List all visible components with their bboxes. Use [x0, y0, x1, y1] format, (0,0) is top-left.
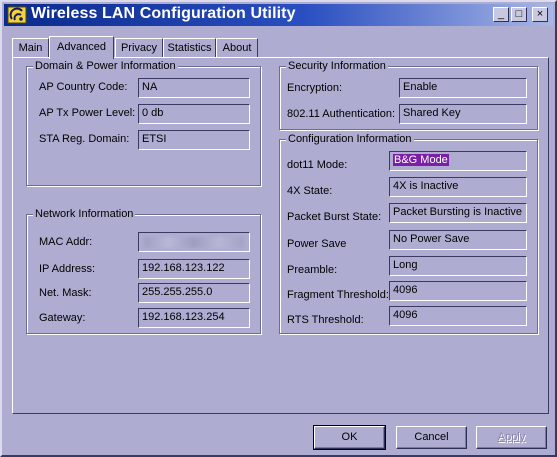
packet-burst-label: Packet Burst State: [287, 211, 382, 223]
preamble-field: Long [389, 256, 527, 276]
close-button[interactable]: × [532, 7, 548, 22]
maximize-button[interactable]: □ [511, 7, 527, 22]
tab-statistics[interactable]: Statistics [163, 38, 216, 58]
domain-power-group: Domain & Power Information AP Country Co… [26, 59, 261, 186]
net-mask-label: Net. Mask: [39, 287, 92, 299]
tab-advanced[interactable]: Advanced [49, 36, 114, 59]
network-group: Network Information MAC Addr: IP Address… [26, 207, 261, 334]
cancel-button[interactable]: Cancel [396, 426, 467, 449]
tab-about[interactable]: About [216, 38, 258, 58]
wireless-app-icon [7, 6, 27, 24]
apply-button-label: Apply [497, 431, 526, 443]
apply-button[interactable]: Apply [476, 426, 547, 449]
config-group: Configuration Information dot11 Mode: B&… [279, 132, 538, 334]
ap-tx-power-field: 0 db [138, 104, 250, 124]
frag-threshold-label: Fragment Threshold: [287, 289, 389, 301]
auth-field: Shared Key [399, 104, 527, 124]
preamble-label: Preamble: [287, 264, 338, 276]
tab-privacy[interactable]: Privacy [115, 38, 163, 58]
rts-threshold-label: RTS Threshold: [287, 314, 364, 326]
rts-threshold-field: 4096 [389, 306, 527, 326]
minimize-button[interactable]: _ [493, 7, 509, 22]
config-title: Configuration Information [286, 132, 414, 146]
domain-power-title: Domain & Power Information [33, 59, 178, 73]
window-title: Wireless LAN Configuration Utility [31, 5, 296, 22]
dot11-mode-label: dot11 Mode: [287, 159, 348, 171]
power-save-field: No Power Save [389, 230, 527, 250]
dot11-mode-value: B&G Mode [393, 154, 449, 166]
ap-country-code-field: NA [138, 78, 250, 98]
ap-tx-power-label: AP Tx Power Level: [39, 107, 136, 119]
ip-address-label: IP Address: [39, 263, 96, 275]
packet-burst-field: Packet Bursting is Inactive [389, 203, 527, 223]
gateway-field: 192.168.123.254 [138, 308, 250, 328]
net-mask-field: 255.255.255.0 [138, 283, 250, 303]
mac-addr-redacted [144, 237, 244, 248]
ap-country-code-label: AP Country Code: [39, 81, 128, 93]
ok-button[interactable]: OK [313, 425, 386, 450]
encryption-label: Encryption: [287, 82, 343, 94]
security-group: Security Information Encryption: Enable … [279, 59, 538, 130]
4x-state-label: 4X State: [287, 185, 333, 197]
4x-state-field: 4X is Inactive [389, 177, 527, 197]
encryption-field: Enable [399, 78, 527, 98]
frag-threshold-field: 4096 [389, 281, 527, 301]
title-bar[interactable]: Wireless LAN Configuration Utility _ □ × [4, 4, 553, 26]
sta-reg-domain-label: STA Reg. Domain: [39, 133, 130, 145]
security-title: Security Information [286, 59, 388, 73]
sta-reg-domain-field: ETSI [138, 130, 250, 150]
mac-addr-field [138, 232, 250, 252]
tab-main[interactable]: Main [12, 38, 49, 58]
network-title: Network Information [33, 207, 136, 221]
auth-label: 802.11 Authentication: [287, 108, 396, 120]
power-save-label: Power Save [287, 238, 347, 250]
dot11-mode-field[interactable]: B&G Mode [389, 151, 527, 171]
mac-addr-label: MAC Addr: [39, 236, 93, 248]
gateway-label: Gateway: [39, 312, 86, 324]
ip-address-field: 192.168.123.122 [138, 259, 250, 279]
main-window: Wireless LAN Configuration Utility _ □ ×… [0, 0, 557, 457]
